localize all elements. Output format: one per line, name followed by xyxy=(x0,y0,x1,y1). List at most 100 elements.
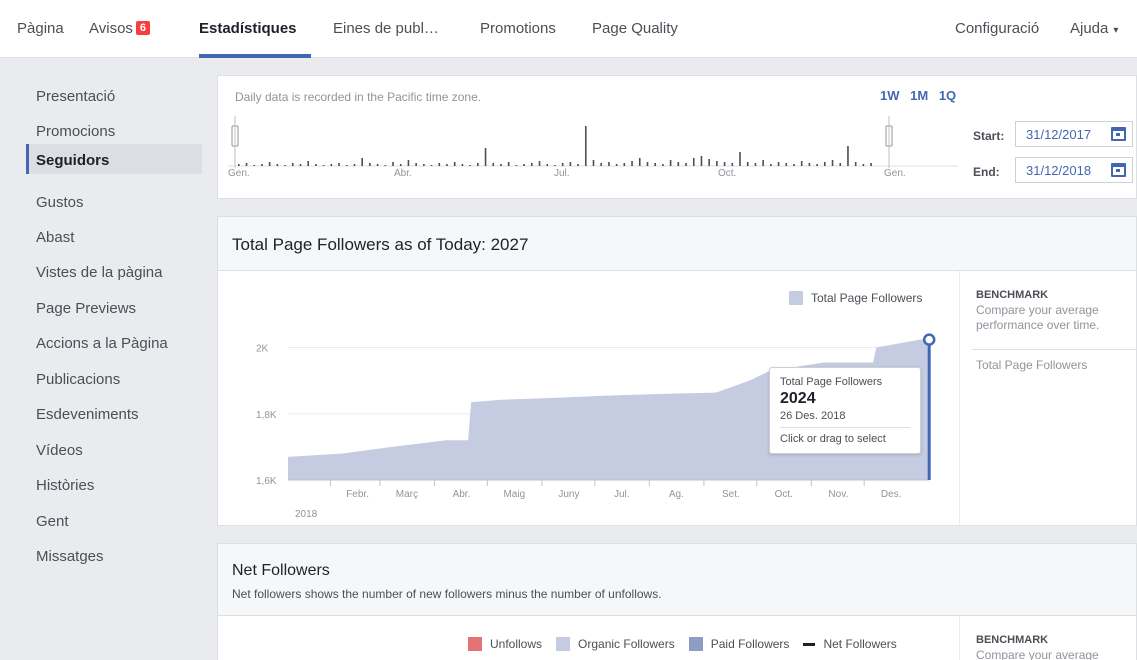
sparkline-bar xyxy=(808,163,811,166)
sparkline-bar xyxy=(322,165,325,166)
sparkline-bar xyxy=(654,163,656,166)
sidebar-item-videos[interactable]: Vídeos xyxy=(26,434,202,464)
active-tab-indicator xyxy=(199,54,311,58)
sparkline-bar xyxy=(870,163,872,166)
x-tick-label: Set. xyxy=(722,489,740,500)
nav-settings[interactable]: Configuració xyxy=(955,20,1039,37)
sparkline-bar xyxy=(600,163,603,166)
sparkline-bar xyxy=(638,158,641,166)
calendar-icon[interactable] xyxy=(1111,127,1126,141)
top-nav: Pàgina Avisos 6 Estadístiques Eines de pu… xyxy=(0,0,1137,58)
sidebar-item-page-views[interactable]: Vistes de la pàgina xyxy=(26,256,202,286)
sparkline-bar xyxy=(469,165,471,166)
net-followers-card: Unfollows Organic Followers Paid Followe… xyxy=(217,615,1137,660)
followers-chart-card: Total Page Followers 1,6K 1,8K 2K Febr. Març… xyxy=(217,270,1137,527)
sidebar-item-messages[interactable]: Missatges xyxy=(26,540,202,570)
sparkline-bar xyxy=(646,162,649,166)
x-tick-label: Maig xyxy=(503,489,525,500)
sparkline-bar xyxy=(770,164,772,166)
nav-promotions[interactable]: Promotions xyxy=(480,20,556,37)
range-1q-button[interactable]: 1Q xyxy=(939,88,956,103)
benchmark-title: BENCHMARK xyxy=(976,289,1049,301)
sparkline-bar xyxy=(854,162,857,166)
range-1w-button[interactable]: 1W xyxy=(880,88,900,103)
timezone-note: Daily data is recorded in the Pacific ti… xyxy=(235,90,482,104)
nav-insights[interactable]: Estadístiques xyxy=(199,20,297,37)
spark-month-label: Gen. xyxy=(884,168,906,179)
legend-label-organic: Organic Followers xyxy=(578,637,675,651)
sidebar-item-page-actions[interactable]: Accions a la Pàgina xyxy=(26,327,202,357)
sidebar-item-posts[interactable]: Publicacions xyxy=(26,363,202,393)
sparkline-bar xyxy=(577,164,579,166)
nav-help-label: Ajuda xyxy=(1070,20,1109,37)
sparkline-bar xyxy=(584,126,587,166)
sparkline-bar xyxy=(461,164,464,166)
sidebar-item-likes[interactable]: Gustos xyxy=(26,186,202,216)
sparkline-bar xyxy=(399,164,402,166)
end-date-input[interactable]: 31/12/2018 xyxy=(1015,157,1133,183)
tooltip-date: 26 Des. 2018 xyxy=(780,410,910,428)
x-tick-label: Ag. xyxy=(669,489,684,500)
calendar-icon[interactable] xyxy=(1111,163,1126,177)
timeline-sparkline[interactable]: Gen. Abr. Jul. Oct. Gen. xyxy=(228,116,968,186)
spark-month-label: Oct. xyxy=(718,168,736,179)
net-followers-title: Net Followers xyxy=(232,562,330,579)
range-1m-button[interactable]: 1M xyxy=(910,88,928,103)
sparkline-bar xyxy=(847,146,849,166)
legend-swatch-paid xyxy=(688,637,703,651)
sidebar-item-stories[interactable]: Històries xyxy=(26,469,202,499)
sidebar-item-people[interactable]: Gent xyxy=(26,505,202,535)
sidebar-item-promotions[interactable]: Promocions xyxy=(26,115,202,145)
x-tick-label: Març xyxy=(396,489,418,500)
sparkline-bar xyxy=(500,164,502,166)
sparkline-bar xyxy=(723,162,726,166)
start-date-input[interactable]: 31/12/2017 xyxy=(1015,121,1133,147)
sparkline-bar xyxy=(631,161,633,166)
sparkline-bar xyxy=(392,162,394,166)
benchmark-item[interactable]: Total Page Followers xyxy=(976,358,1087,372)
end-label: End: xyxy=(973,165,1000,179)
sidebar-item-overview[interactable]: Presentació xyxy=(26,80,202,110)
sparkline-bar xyxy=(353,164,356,166)
sparkline-bar xyxy=(716,161,718,166)
sparkline-bar xyxy=(453,162,456,166)
sparkline-bar xyxy=(862,164,865,166)
hover-point xyxy=(922,333,936,346)
legend-label-net: Net Followers xyxy=(823,637,897,651)
sparkline-bar xyxy=(407,160,410,166)
benchmark-panel: BENCHMARK Compare your average performan… xyxy=(959,271,1137,527)
y-tick-label: 1,6K xyxy=(256,476,277,487)
sparkline-bar xyxy=(345,165,348,166)
sparkline-bar xyxy=(546,164,549,166)
nav-publishing-tools[interactable]: Eines de publ… xyxy=(333,20,439,37)
sparkline-bar xyxy=(831,160,834,166)
sparkline-bar xyxy=(662,164,664,166)
sparkline-bar xyxy=(330,164,333,166)
sparkline-bar xyxy=(253,165,256,166)
sidebar-item-reach[interactable]: Abast xyxy=(26,221,202,251)
nav-help[interactable]: Ajuda ▾ xyxy=(1070,20,1118,37)
sparkline-bar xyxy=(238,164,240,166)
sidebar-item-events[interactable]: Esdeveniments xyxy=(26,398,202,428)
nav-page-quality[interactable]: Page Quality xyxy=(592,20,678,37)
sidebar-item-followers[interactable]: Seguidors xyxy=(26,144,202,174)
sparkline-bar xyxy=(477,163,479,166)
spark-month-label: Jul. xyxy=(554,168,570,179)
benchmark-title-net: BENCHMARK xyxy=(976,634,1049,646)
sidebar-item-page-previews[interactable]: Page Previews xyxy=(26,292,202,322)
benchmark-subtitle: Compare your average performance over ti… xyxy=(976,303,1100,332)
sparkline-bar xyxy=(746,162,749,166)
sparkline-bar xyxy=(291,163,294,166)
nav-notifications[interactable]: Avisos 6 xyxy=(89,20,151,37)
legend-swatch-organic xyxy=(556,637,571,651)
followers-title: Total Page Followers as of Today: 2027 xyxy=(232,235,529,254)
sparkline-bar xyxy=(816,164,818,166)
x-tick-label: Febr. xyxy=(346,489,369,500)
end-date-value: 31/12/2018 xyxy=(1026,163,1092,178)
sparkline-bar xyxy=(430,165,433,166)
sparkline-bar xyxy=(492,163,495,166)
x-year-label: 2018 xyxy=(295,509,318,520)
sparkline-bar xyxy=(754,163,757,166)
nav-page[interactable]: Pàgina xyxy=(17,20,64,37)
timeline-selector: Daily data is recorded in the Pacific ti… xyxy=(217,75,1137,199)
